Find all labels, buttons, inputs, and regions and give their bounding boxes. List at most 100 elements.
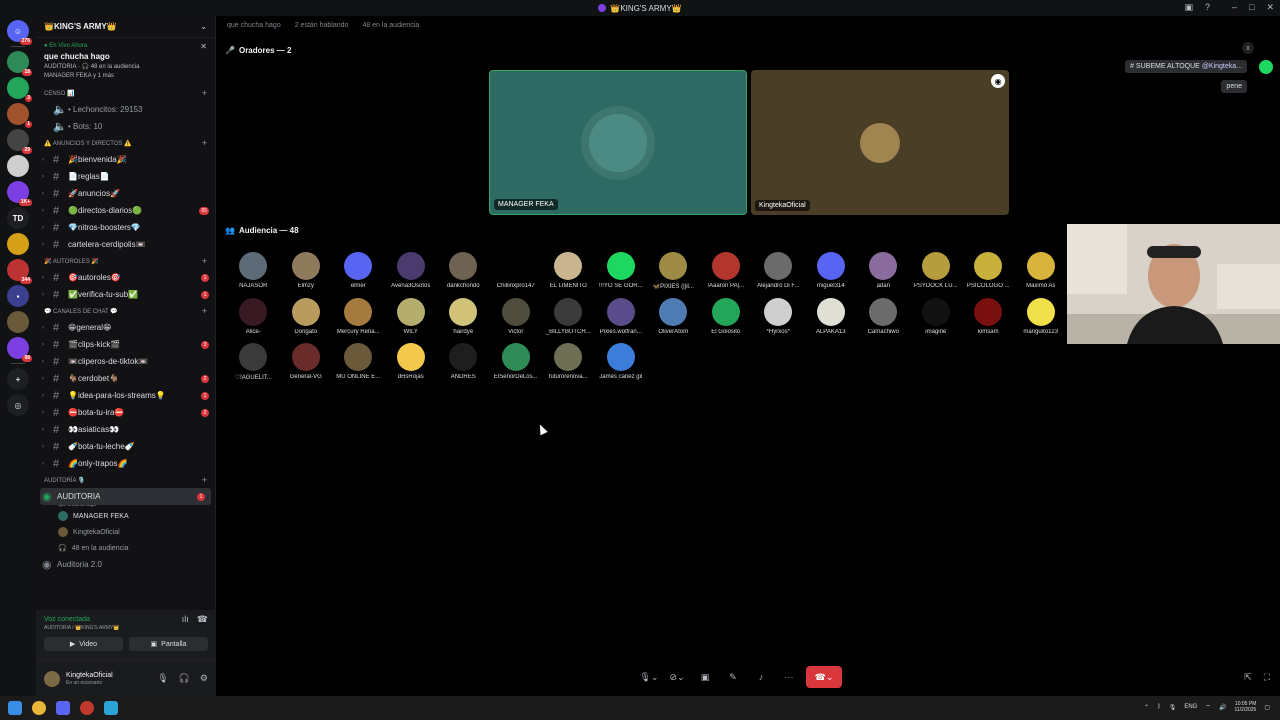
screen-share-icon[interactable]: ▣ xyxy=(694,666,716,688)
category-auditoria[interactable]: AUDITORÍA 🎙️ + xyxy=(36,472,215,488)
inbox-icon[interactable]: ▣ xyxy=(1184,2,1193,13)
audience-member[interactable]: *Hyrxos* xyxy=(752,298,805,335)
audience-member[interactable]: Pixies.wolfran... xyxy=(595,298,648,335)
category-canales[interactable]: 💬 CANALES DE CHAT 💬 + xyxy=(36,303,215,319)
add-channel-icon[interactable]: + xyxy=(202,256,207,266)
audience-member[interactable]: James canez gil xyxy=(595,343,648,381)
audience-member[interactable]: General-VG xyxy=(280,343,333,381)
audience-member[interactable]: PSICOLOGO ... xyxy=(962,252,1015,290)
close-notification-icon[interactable]: x xyxy=(1242,42,1254,54)
add-channel-icon[interactable]: + xyxy=(202,306,207,316)
discover-icon[interactable]: ◎ xyxy=(7,394,29,416)
leave-stage-button[interactable]: ☎⌄ xyxy=(806,666,842,688)
audience-member[interactable]: Avena3Osotos xyxy=(385,252,438,290)
server-icon-3[interactable]: 1 xyxy=(7,103,32,128)
audience-member[interactable]: Elmzy xyxy=(280,252,333,290)
chevron-up-icon[interactable]: ⌃ xyxy=(1144,704,1149,711)
audience-member[interactable]: ♡!AGUELIT... xyxy=(227,343,280,381)
green-avatar[interactable] xyxy=(1259,60,1273,74)
audience-member[interactable]: manguito123 xyxy=(1015,298,1068,335)
audience-member[interactable]: imagine xyxy=(910,298,963,335)
audience-member[interactable]: Alejandro Di F... xyxy=(752,252,805,290)
language-indicator[interactable]: ENG xyxy=(1184,704,1197,710)
dm-home-icon[interactable]: ☺ 276 xyxy=(7,20,32,45)
audience-member[interactable]: Victor xyxy=(490,298,543,335)
discord-icon[interactable] xyxy=(56,701,70,715)
text-channel[interactable]: › # 😁general😁 xyxy=(36,319,215,336)
text-channel[interactable]: › # 🐐cerdobet🐐 2 xyxy=(36,370,215,387)
audience-member[interactable]: Alice- xyxy=(227,298,280,335)
add-channel-icon[interactable]: + xyxy=(202,88,207,98)
text-channel[interactable]: › # 🚀anuncios🚀 xyxy=(36,185,215,202)
wifi-icon[interactable]: ⌔ xyxy=(1205,703,1211,711)
text-channel[interactable]: › # ✅verifica-tu-sub✅ 1 xyxy=(36,286,215,303)
server-icon-8[interactable]: 344 xyxy=(7,259,32,284)
audience-member[interactable]: Maximo As xyxy=(1015,252,1068,290)
server-icon-7[interactable] xyxy=(7,233,29,255)
audience-member[interactable]: PSYDOCK LU... xyxy=(910,252,963,290)
close-icon[interactable]: ✕ xyxy=(1266,2,1274,13)
text-channel[interactable]: › # 🎉bienvenida🎉 xyxy=(36,151,215,168)
voice-user[interactable]: MANAGER FEKA xyxy=(36,508,215,524)
text-channel[interactable]: › # 💡idea-para-los-streams💡 1 xyxy=(36,387,215,404)
screen-share-icon[interactable]: ◉ xyxy=(991,74,1005,88)
audience-member[interactable]: Dongato xyxy=(280,298,333,335)
server-icon-1[interactable]: 18 xyxy=(7,51,32,76)
audience-member[interactable]: El Golosito xyxy=(700,298,753,335)
category-anuncios[interactable]: ⚠️ ANUNCIOS Y DIRECTOS ⚠️ + xyxy=(36,135,215,151)
text-channel[interactable]: › # 📄reglas📄 xyxy=(36,168,215,185)
audience-member[interactable]: EL LIMEÑITO xyxy=(542,252,595,290)
audience-member[interactable]: 🦋PIXIES (||il... xyxy=(647,252,700,290)
audience-member[interactable]: NAJASOR xyxy=(227,252,280,290)
audience-member[interactable]: Mercury Rena... xyxy=(332,298,385,335)
speaker-tile[interactable]: ◉ KingtekaOficial xyxy=(751,70,1009,215)
category-autoroles[interactable]: 🎉 AUTOROLES 🎉 + xyxy=(36,253,215,269)
text-channel[interactable]: › # ⛔bota-tu-ira⛔ 2 xyxy=(36,404,215,421)
maximize-icon[interactable]: □ xyxy=(1249,2,1254,13)
audience-member[interactable]: _BILLYBUTCH... xyxy=(542,298,595,335)
text-channel[interactable]: › # 🌈only-trapos🌈 xyxy=(36,455,215,472)
notification-message[interactable]: # SUBEME ALTOQUE @Kingteka... xyxy=(1125,60,1247,73)
help-icon[interactable]: ? xyxy=(1205,2,1210,13)
text-channel[interactable]: › # 🍼bota-tu-leche🍼 xyxy=(36,438,215,455)
chrome-icon[interactable] xyxy=(32,701,46,715)
audience-member[interactable]: MU ONLINE E... xyxy=(332,343,385,381)
notepad-icon[interactable] xyxy=(104,701,118,715)
add-server-icon[interactable]: + xyxy=(7,368,29,390)
disconnect-icon[interactable]: ☎ xyxy=(197,614,208,625)
audience-member[interactable]: miguel314 xyxy=(805,252,858,290)
avatar[interactable] xyxy=(44,670,60,687)
voice-user[interactable]: KingtekaOficial xyxy=(36,524,215,540)
headphones-icon[interactable]: 🎧 xyxy=(179,673,190,684)
text-channel[interactable]: › # cartelera-cerdipolis📼 xyxy=(36,236,215,253)
audience-member[interactable]: hairdye xyxy=(437,298,490,335)
server-icon-5[interactable] xyxy=(7,155,29,177)
text-channel[interactable]: › # 👀asiaticas👀 xyxy=(36,421,215,438)
text-channel[interactable]: › # 📼cliperos-de-tiktok📼 xyxy=(36,353,215,370)
app-icon[interactable] xyxy=(80,701,94,715)
server-header[interactable]: 👑KING'S ARMY👑 ⌄ xyxy=(36,16,215,38)
notifications-icon[interactable]: ▢ xyxy=(1264,704,1270,711)
text-channel[interactable]: › # 🎯autoroles🎯 1 xyxy=(36,269,215,286)
audience-member[interactable]: WILY xyxy=(385,298,438,335)
category-censo[interactable]: CENSO 📊 + xyxy=(36,85,215,101)
noise-icon[interactable]: ılı xyxy=(182,614,189,625)
notification-reply[interactable]: pene xyxy=(1221,80,1247,93)
text-channel[interactable]: › # 💎nitros-boosters💎 xyxy=(36,219,215,236)
audience-member[interactable]: Chillinxpro147 xyxy=(490,252,543,290)
add-channel-icon[interactable]: + xyxy=(202,475,207,485)
server-icon-4[interactable]: 29 xyxy=(7,129,32,154)
audience-member[interactable]: dankchondo xyxy=(437,252,490,290)
text-channel[interactable]: › # 🎬clips-kick🎬 3 xyxy=(36,336,215,353)
microphone-icon[interactable]: 🎙 xyxy=(157,673,168,684)
stage-channel-auditoria[interactable]: ◉ AUDITORIA 1 xyxy=(40,488,211,505)
audience-member[interactable]: ANDRES xyxy=(437,343,490,381)
text-channel[interactable]: › # 🟢directos-diarios🟢 65 xyxy=(36,202,215,219)
server-icon-td[interactable]: TD xyxy=(7,207,29,229)
video-button[interactable]: ▶ Video xyxy=(44,637,123,651)
live-now-panel[interactable]: ✕ ● En Vivo Ahora que chucha hago AUDITO… xyxy=(36,38,215,85)
folder-icon[interactable]: ▪ xyxy=(7,285,29,307)
fullscreen-icon[interactable]: ⛶ xyxy=(1264,672,1270,683)
server-icon-10[interactable]: 98 xyxy=(7,337,32,362)
audience-member[interactable]: OliverAtom xyxy=(647,298,700,335)
